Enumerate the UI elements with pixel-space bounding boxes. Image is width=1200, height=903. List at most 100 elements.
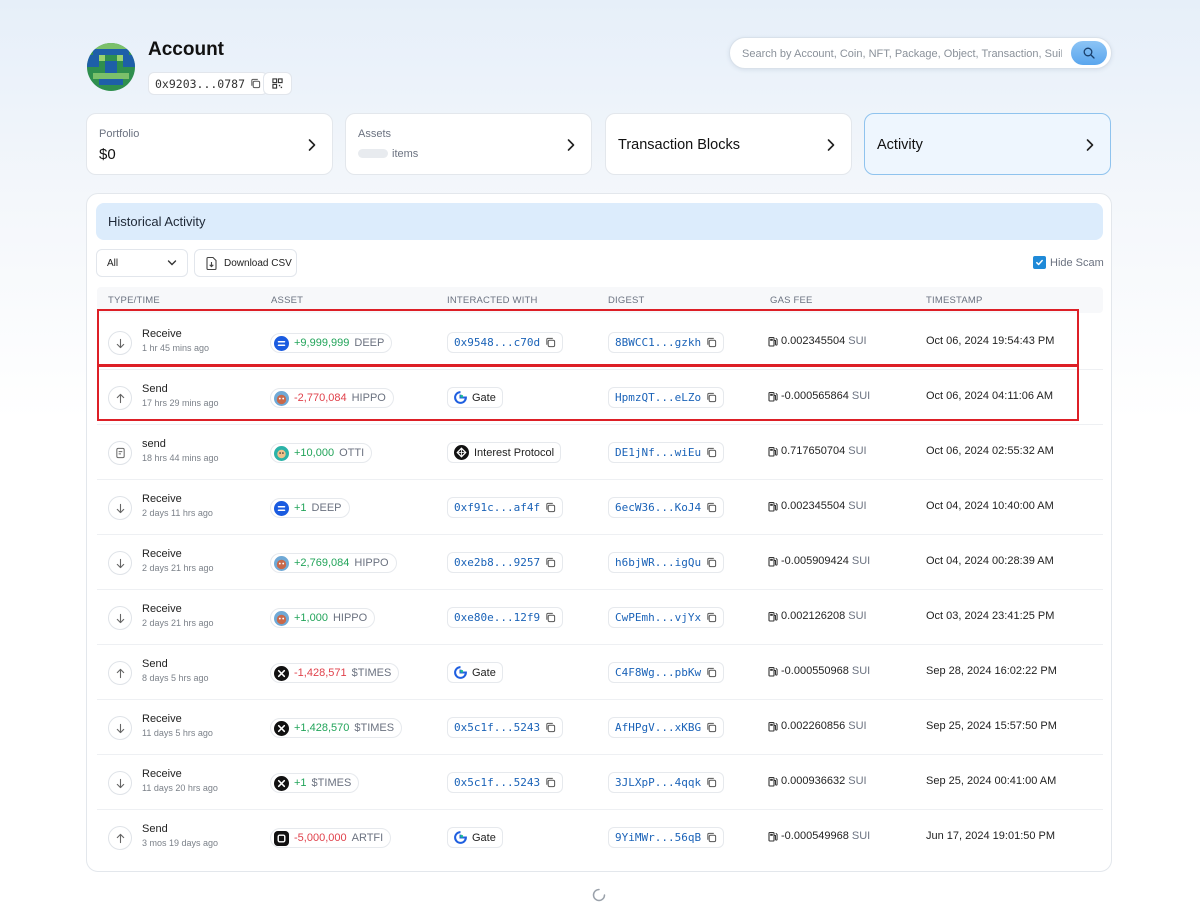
gas-fee-unit: SUI — [851, 830, 871, 842]
interacted-with-chip[interactable]: Gate — [447, 827, 503, 848]
search-input[interactable] — [742, 45, 1062, 63]
interacted-with-chip[interactable]: Gate — [447, 662, 503, 683]
artfi-coin-icon — [274, 830, 289, 846]
panel-header: Historical Activity — [96, 203, 1103, 240]
interacted-with-chip[interactable]: Interest Protocol — [447, 442, 562, 463]
search-button[interactable] — [1071, 41, 1107, 65]
digest-chip[interactable]: CwPEmh...vjYx — [608, 607, 725, 628]
asset-symbol: HIPPO — [332, 612, 368, 624]
asset-amount: +1,428,570 — [294, 722, 350, 734]
asset-chip[interactable]: -5,000,000 ARTFI — [270, 828, 392, 848]
table-row[interactable]: Send 3 mos 19 days ago -5,000,000 ARTFI Gate… — [97, 810, 1103, 865]
copy-icon[interactable] — [706, 777, 717, 788]
asset-chip[interactable]: +2,769,084 HIPPO — [270, 553, 397, 573]
interacted-with-chip[interactable]: 0xe80e...12f9 — [447, 607, 564, 628]
asset-chip[interactable]: +1,000 HIPPO — [270, 608, 376, 628]
interacted-with-chip[interactable]: 0x5c1f...5243 — [447, 772, 564, 793]
document-icon — [108, 441, 132, 465]
interacted-with-chip[interactable]: 0x9548...c70d — [447, 332, 564, 353]
asset-chip[interactable]: +9,999,999 DEEP — [270, 333, 393, 353]
copy-icon[interactable] — [706, 502, 717, 513]
qr-code-button[interactable] — [263, 72, 292, 95]
activity-type: Receive — [142, 603, 182, 615]
digest-chip[interactable]: DE1jNf...wiEu — [608, 442, 725, 463]
table-row[interactable]: Receive 11 days 5 hrs ago +1,428,570 $TIMES… — [97, 700, 1103, 755]
table-row[interactable]: Receive 2 days 21 hrs ago +2,769,084 HIPPO 0… — [97, 535, 1103, 590]
copy-icon[interactable] — [545, 502, 556, 513]
activity-card[interactable]: Activity — [864, 113, 1111, 175]
assets-card[interactable]: Assets items — [345, 113, 592, 175]
activity-age: 11 days 20 hrs ago — [142, 783, 218, 793]
table-row[interactable]: Send 8 days 5 hrs ago -1,428,571 $TIMES Gate… — [97, 645, 1103, 700]
gas-pump-icon — [768, 501, 778, 512]
copy-icon[interactable] — [706, 612, 717, 623]
asset-amount: +1,000 — [294, 612, 328, 624]
global-search — [729, 37, 1112, 69]
deep-coin-icon — [274, 500, 289, 516]
table-row[interactable]: send 18 hrs 44 mins ago +10,000 OTTI Interes… — [97, 425, 1103, 480]
interacted-with-chip[interactable]: Gate — [447, 387, 503, 408]
gas-pump-icon — [768, 446, 778, 457]
digest-chip[interactable]: C4F8Wg...pbKw — [608, 662, 725, 683]
copy-icon[interactable] — [706, 722, 717, 733]
gas-fee: -0.000550968 SUI — [768, 665, 870, 677]
interacted-with-chip[interactable]: 0xe2b8...9257 — [447, 552, 564, 573]
account-address-chip[interactable]: 0x9203...0787 — [148, 72, 269, 95]
gas-fee-value: 0.002345504 — [781, 500, 846, 512]
asset-chip[interactable]: +1 $TIMES — [270, 773, 360, 793]
digest-chip[interactable]: AfHPgV...xKBG — [608, 717, 725, 738]
asset-chip[interactable]: +1 DEEP — [270, 498, 350, 518]
table-row[interactable]: Receive 11 days 20 hrs ago +1 $TIMES 0x5c1f.… — [97, 755, 1103, 810]
download-csv-button[interactable]: Download CSV — [194, 249, 297, 277]
column-header-asset: ASSET — [271, 295, 304, 306]
gas-pump-icon — [768, 391, 778, 402]
copy-icon[interactable] — [545, 557, 556, 568]
digest-chip[interactable]: 8BWCC1...gzkh — [608, 332, 725, 353]
digest-chip[interactable]: 9YiMWr...56qB — [608, 827, 725, 848]
portfolio-card[interactable]: Portfolio $0 — [86, 113, 333, 175]
copy-icon[interactable] — [706, 392, 717, 403]
copy-icon[interactable] — [545, 722, 556, 733]
interacted-address: 0x5c1f...5243 — [454, 721, 541, 734]
digest-chip[interactable]: 6ecW36...KoJ4 — [608, 497, 725, 518]
digest-chip[interactable]: HpmzQT...eLZo — [608, 387, 725, 408]
interacted-address: 0x9548...c70d — [454, 336, 541, 349]
interacted-with-chip[interactable]: 0xf91c...af4f — [447, 497, 564, 518]
interacted-address: 0xf91c...af4f — [454, 501, 541, 514]
copy-icon[interactable] — [250, 78, 261, 89]
chevron-right-icon — [308, 139, 316, 151]
copy-icon[interactable] — [545, 777, 556, 788]
transaction-blocks-card[interactable]: Transaction Blocks — [605, 113, 852, 175]
table-row[interactable]: Send 17 hrs 29 mins ago -2,770,084 HIPPO Gat… — [97, 370, 1103, 425]
digest-value: 8BWCC1...gzkh — [615, 336, 702, 349]
asset-chip[interactable]: -2,770,084 HIPPO — [270, 388, 394, 408]
table-row[interactable]: Receive 1 hr 45 mins ago +9,999,999 DEEP 0x9… — [97, 315, 1103, 370]
interacted-address: 0x5c1f...5243 — [454, 776, 541, 789]
copy-icon[interactable] — [545, 337, 556, 348]
chevron-down-icon — [167, 260, 177, 266]
column-header-digest: DIGEST — [608, 295, 645, 306]
table-row[interactable]: Receive 2 days 11 hrs ago +1 DEEP 0xf91c...a… — [97, 480, 1103, 535]
gas-pump-icon — [768, 721, 778, 732]
asset-chip[interactable]: +10,000 OTTI — [270, 443, 373, 463]
copy-icon[interactable] — [706, 447, 717, 458]
activity-filter-select[interactable]: All — [96, 249, 188, 277]
copy-icon[interactable] — [545, 612, 556, 623]
copy-icon[interactable] — [706, 337, 717, 348]
copy-icon[interactable] — [706, 832, 717, 843]
gas-pump-icon — [768, 776, 778, 787]
hide-scam-checkbox[interactable] — [1033, 256, 1046, 269]
digest-chip[interactable]: h6bjWR...igQu — [608, 552, 725, 573]
copy-icon[interactable] — [706, 667, 717, 678]
times-coin-icon — [274, 720, 289, 736]
asset-amount: +1 — [294, 777, 307, 789]
asset-chip[interactable]: +1,428,570 $TIMES — [270, 718, 403, 738]
table-row[interactable]: Receive 2 days 21 hrs ago +1,000 HIPPO 0xe80… — [97, 590, 1103, 645]
digest-value: AfHPgV...xKBG — [615, 721, 702, 734]
asset-chip[interactable]: -1,428,571 $TIMES — [270, 663, 400, 683]
interacted-with-chip[interactable]: 0x5c1f...5243 — [447, 717, 564, 738]
hide-scam-toggle[interactable]: Hide Scam — [1033, 256, 1104, 269]
digest-chip[interactable]: 3JLXpP...4qqk — [608, 772, 725, 793]
copy-icon[interactable] — [706, 557, 717, 568]
arrow-up-icon — [108, 386, 132, 410]
